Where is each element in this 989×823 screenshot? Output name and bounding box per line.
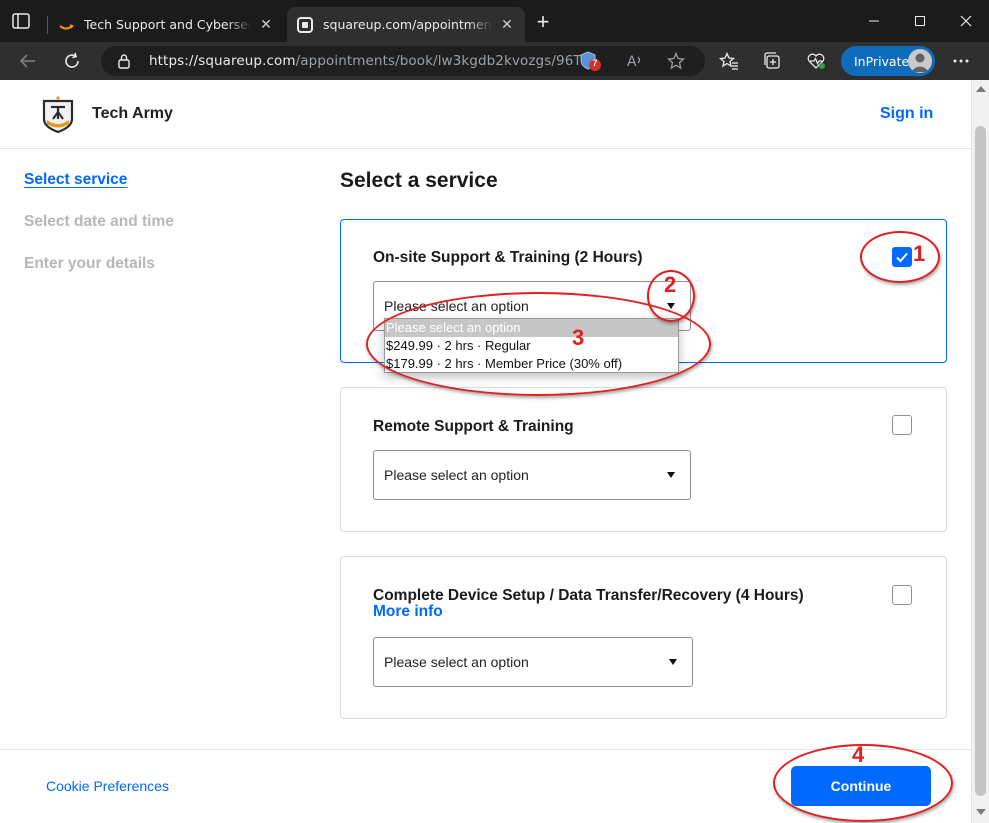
service-checkbox[interactable] [892,585,912,605]
service-checkbox[interactable] [892,415,912,435]
annotation-circle-3 [366,292,711,396]
svg-text:A: A [627,54,637,70]
read-aloud-icon[interactable]: A [627,52,645,75]
tab-strip: Tech Support and Cybersecurity - ✕ squar… [0,0,989,42]
url-path: /appointments/book/lw3kgdb2kvozgs/96T... [295,53,594,69]
scrollbar-thumb[interactable] [975,126,986,796]
service-name: On-site Support & Training (2 Hours) [373,249,643,266]
browser-chrome: Tech Support and Cybersecurity - ✕ squar… [0,0,989,80]
more-options-icon[interactable] [947,47,975,75]
more-info-link[interactable]: More info [373,603,443,621]
chevron-down-icon [669,659,677,665]
step-enter-details: Enter your details [24,255,155,272]
close-tab-icon[interactable]: ✕ [258,17,274,33]
select-value: Please select an option [384,654,529,670]
browser-essentials-icon[interactable] [802,47,830,75]
amazon-smile-icon [58,17,74,33]
profile-avatar [908,49,932,73]
annotation-label-1: 1 [913,241,926,266]
service-name: Remote Support & Training [373,418,574,435]
refresh-icon[interactable] [58,47,86,75]
chevron-down-icon [667,472,675,478]
annotation-label-3: 3 [572,325,585,350]
close-tab-icon[interactable]: ✕ [499,17,515,33]
annotation-label-4: 4 [852,742,865,767]
square-logo-icon [297,16,313,33]
step-select-service[interactable]: Select service [24,171,127,189]
url-host: https://squareup.com [149,53,296,69]
service-card-device-setup[interactable]: Complete Device Setup / Data Transfer/Re… [340,556,947,719]
scroll-up-icon[interactable] [976,86,986,92]
address-bar[interactable]: https://squareup.com/appointments/book/l… [101,46,705,76]
page-title: Select a service [340,169,498,192]
service-option-select[interactable]: Please select an option [373,450,691,500]
tab-squareup[interactable]: squareup.com/appointments/bo ✕ [287,7,525,42]
browser-toolbar: https://squareup.com/appointments/book/l… [0,42,989,80]
tech-army-logo-icon [42,96,74,133]
inprivate-button[interactable]: InPrivate [841,46,935,76]
close-window-icon[interactable] [943,0,989,42]
url-text[interactable]: https://squareup.com/appointments/book/l… [149,53,593,69]
new-tab-icon[interactable]: + [533,11,553,33]
booking-page: Tech Army Sign in Select service Select … [0,80,971,823]
favorite-star-icon[interactable] [666,51,686,75]
annotation-circle-1 [860,231,940,283]
back-icon[interactable] [14,47,42,75]
tab-actions-icon[interactable] [12,13,30,29]
cookie-preferences-link[interactable]: Cookie Preferences [46,778,169,794]
tab-title: Tech Support and Cybersecurity - [84,17,252,32]
service-option-select[interactable]: Please select an option [373,637,693,687]
select-value: Please select an option [384,467,529,483]
sign-in-link[interactable]: Sign in [880,105,933,123]
lock-icon[interactable] [117,53,131,69]
tracking-badge-count: 7 [592,58,598,68]
tab-title: squareup.com/appointments/bo [323,17,493,32]
maximize-icon[interactable] [897,0,943,42]
site-header: Tech Army Sign in [0,80,971,149]
tab-tech-support[interactable]: Tech Support and Cybersecurity - ✕ [48,7,284,42]
page-scrollbar[interactable] [971,80,989,823]
scroll-down-icon[interactable] [976,809,986,815]
business-name: Tech Army [92,105,173,122]
favorites-icon[interactable] [715,47,743,75]
tracking-prevention-icon[interactable]: 7 [579,50,603,72]
inprivate-label: InPrivate [854,53,910,69]
step-select-date-time: Select date and time [24,213,174,230]
collections-icon[interactable] [758,47,786,75]
minimize-icon[interactable] [851,0,897,42]
annotation-label-2: 2 [664,272,677,297]
service-card-remote[interactable]: Remote Support & Training Please select … [340,387,947,532]
